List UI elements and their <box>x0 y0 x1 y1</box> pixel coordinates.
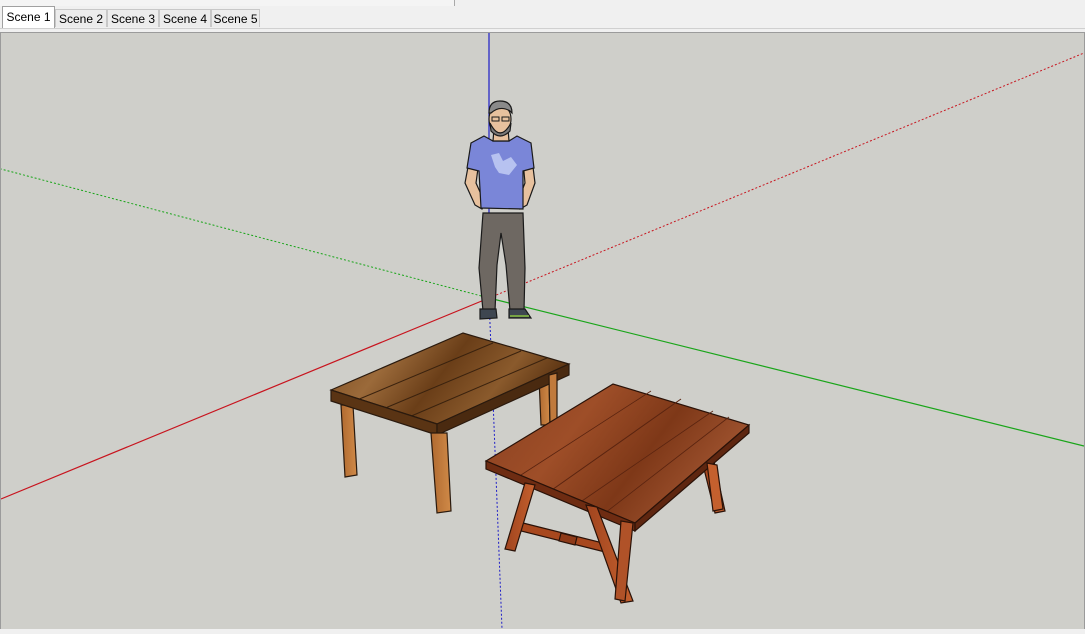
tab-scene-1[interactable]: Scene 1 <box>2 6 55 28</box>
axes <box>1 33 1084 629</box>
tab-scene-4[interactable]: Scene 4 <box>159 9 211 27</box>
trousers <box>478 212 526 312</box>
left-shoe <box>479 308 498 320</box>
tab-scene-2[interactable]: Scene 2 <box>55 9 107 27</box>
green-axis-dotted <box>1 168 490 299</box>
model-viewport[interactable] <box>0 32 1085 630</box>
red-axis-dotted <box>488 52 1084 299</box>
person-figure[interactable] <box>464 100 536 320</box>
trestle-table[interactable] <box>484 383 751 604</box>
tab-scene-3[interactable]: Scene 3 <box>107 9 159 27</box>
tab-scene-5[interactable]: Scene 5 <box>211 9 260 27</box>
scene-canvas <box>1 33 1084 629</box>
status-strip <box>0 629 1085 634</box>
scene-tab-bar: Scene 1 Scene 2 Scene 3 Scene 4 Scene 5 <box>0 6 1085 29</box>
